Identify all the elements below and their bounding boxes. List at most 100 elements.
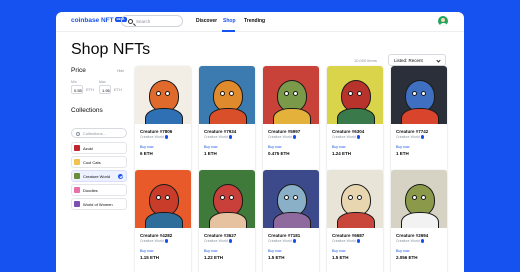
- nav-trending[interactable]: Trending: [244, 18, 265, 24]
- nft-artwork: [327, 66, 383, 124]
- nft-name: Creature #2694: [396, 233, 429, 238]
- checkmark-icon: [118, 174, 123, 179]
- collection-thumbnail: [74, 159, 80, 165]
- eye-shape: [293, 91, 298, 96]
- nft-card[interactable]: Creature #3627 Creature World Buy now 1.…: [199, 170, 255, 272]
- nav-discover[interactable]: Discover: [196, 18, 217, 24]
- nft-collection: Creature World: [140, 239, 169, 243]
- nft-collection-label: Creature World: [396, 135, 420, 139]
- nft-price: 6 ETH: [140, 151, 153, 156]
- verified-badge-icon: [420, 239, 425, 243]
- nft-name: Creature #7934: [204, 129, 237, 134]
- buy-now-link[interactable]: Buy now: [204, 145, 217, 149]
- nft-price: 1.15 ETH: [140, 255, 160, 260]
- user-avatar[interactable]: [438, 16, 448, 26]
- search-bar[interactable]: [121, 15, 183, 27]
- nft-name: Creature #4282: [140, 233, 173, 238]
- price-min-unit: ETH: [86, 87, 94, 92]
- search-input[interactable]: [136, 17, 180, 25]
- verified-badge-icon: [164, 239, 169, 243]
- nft-collection-label: Creature World: [332, 135, 356, 139]
- eye-shape: [220, 91, 225, 96]
- collection-item-doodles[interactable]: Doodles: [71, 184, 127, 196]
- buy-now-link[interactable]: Buy now: [268, 145, 281, 149]
- collection-item-world-of-women[interactable]: World of Women: [71, 198, 127, 210]
- buy-now-link[interactable]: Buy now: [396, 249, 409, 253]
- nav-shop[interactable]: Shop: [223, 18, 236, 24]
- nft-price: 1.5 ETH: [332, 255, 349, 260]
- nft-collection: Creature World: [204, 135, 233, 139]
- active-tab-indicator: [222, 30, 235, 32]
- nft-card[interactable]: Creature #7806 Creature World Buy now 6 …: [135, 66, 191, 172]
- buy-now-link[interactable]: Buy now: [140, 249, 153, 253]
- sort-dropdown[interactable]: Listed: Recent: [388, 54, 446, 66]
- eye-shape: [357, 195, 362, 200]
- sort-label: Listed: Recent: [394, 58, 423, 63]
- nft-name: Creature #5997: [268, 129, 301, 134]
- eye-shape: [348, 195, 353, 200]
- eye-shape: [412, 195, 417, 200]
- nft-price: 1 ETH: [396, 151, 409, 156]
- buy-now-link[interactable]: Buy now: [268, 249, 281, 253]
- nft-card[interactable]: Creature #7742 Creature World Buy now 1 …: [391, 66, 447, 172]
- price-max-input[interactable]: 1.95: [99, 85, 111, 94]
- eye-shape: [165, 91, 170, 96]
- eye-shape: [284, 91, 289, 96]
- nft-artwork: [263, 66, 319, 124]
- nft-collection: Creature World: [332, 135, 361, 139]
- top-nav: coinbase NFTBETA Discover Shop Trending: [56, 12, 464, 32]
- nft-card[interactable]: Creature #7934 Creature World Buy now 1 …: [199, 66, 255, 172]
- nft-collection-label: Creature World: [268, 135, 292, 139]
- buy-now-link[interactable]: Buy now: [140, 145, 153, 149]
- collection-item-azuki[interactable]: Azuki: [71, 142, 127, 154]
- nft-name: Creature #6304: [332, 129, 365, 134]
- collection-item-creature-world[interactable]: Creature World: [71, 170, 127, 182]
- price-min-label: Min: [71, 80, 77, 84]
- nft-artwork: [135, 66, 191, 124]
- eye-shape: [421, 91, 426, 96]
- buy-now-link[interactable]: Buy now: [204, 249, 217, 253]
- collection-thumbnail: [74, 173, 80, 179]
- nft-card[interactable]: Creature #2694 Creature World Buy now 2.…: [391, 170, 447, 272]
- eye-shape: [412, 91, 417, 96]
- eye-shape: [421, 195, 426, 200]
- nft-collection-label: Creature World: [396, 239, 420, 243]
- nft-collection-label: Creature World: [140, 135, 164, 139]
- price-max-unit: ETH: [114, 87, 122, 92]
- price-heading: Price: [71, 67, 86, 74]
- nft-collection: Creature World: [396, 239, 425, 243]
- nft-artwork: [327, 170, 383, 228]
- coinbase-nft-logo[interactable]: coinbase NFT BETA: [71, 17, 127, 24]
- nft-collection: Creature World: [332, 239, 361, 243]
- eye-shape: [165, 195, 170, 200]
- nft-collection: Creature World: [268, 135, 297, 139]
- nft-card[interactable]: Creature #6687 Creature World Buy now 1.…: [327, 170, 383, 272]
- chevron-down-icon: [436, 58, 441, 63]
- price-hide-link[interactable]: Hide: [117, 69, 124, 73]
- nft-price: 1.22 ETH: [204, 255, 224, 260]
- search-icon: [76, 131, 80, 136]
- search-icon: [128, 19, 133, 24]
- nft-card[interactable]: Creature #7181 Creature World Buy now 1.…: [263, 170, 319, 272]
- buy-now-link[interactable]: Buy now: [396, 145, 409, 149]
- collection-thumbnail: [74, 201, 80, 207]
- buy-now-link[interactable]: Buy now: [332, 249, 345, 253]
- nft-card[interactable]: Creature #4282 Creature World Buy now 1.…: [135, 170, 191, 272]
- collection-item-cool-cats[interactable]: Cool Cats: [71, 156, 127, 168]
- nft-artwork: [391, 170, 447, 228]
- price-min-input[interactable]: 0.55: [71, 85, 83, 94]
- nft-name: Creature #6687: [332, 233, 365, 238]
- collection-label: World of Women: [83, 202, 113, 207]
- eye-shape: [229, 91, 234, 96]
- nft-name: Creature #7742: [396, 129, 429, 134]
- nft-artwork: [199, 66, 255, 124]
- collections-filter-input[interactable]: Collections...: [71, 128, 127, 138]
- nft-artwork: [199, 170, 255, 228]
- buy-now-link[interactable]: Buy now: [332, 145, 345, 149]
- nft-card[interactable]: Creature #5997 Creature World Buy now 0.…: [263, 66, 319, 172]
- nft-collection-label: Creature World: [268, 239, 292, 243]
- nft-name: Creature #7806: [140, 129, 173, 134]
- nft-card[interactable]: Creature #6304 Creature World Buy now 1.…: [327, 66, 383, 172]
- collection-thumbnail: [74, 187, 80, 193]
- nft-collection: Creature World: [268, 239, 297, 243]
